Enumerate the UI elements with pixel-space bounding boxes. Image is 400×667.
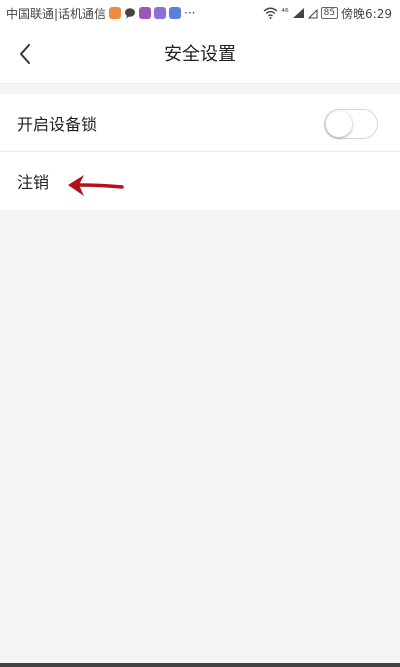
sim-signal-icon xyxy=(307,7,318,19)
logout-row[interactable]: 注销 xyxy=(0,152,400,210)
battery-icon: 85 xyxy=(320,7,339,19)
status-right: ⁴⁶ 85 傍晚6:29 xyxy=(263,5,392,22)
status-left: 中国联通|话机通信 ··· xyxy=(6,5,196,22)
app-notification-icon-2 xyxy=(154,7,167,19)
toggle-knob xyxy=(326,111,352,137)
app-notification-icon-3 xyxy=(169,7,182,19)
nav-bar: 安全设置 xyxy=(0,26,400,84)
carrier-text: 中国联通|话机通信 xyxy=(6,6,107,21)
page-title: 安全设置 xyxy=(164,44,236,65)
device-lock-row: 开启设备锁 xyxy=(0,94,400,152)
settings-list: 开启设备锁 注销 xyxy=(0,94,400,210)
status-bar: 中国联通|话机通信 ··· ⁴⁶ 85 傍晚6:29 xyxy=(0,0,400,26)
wifi-icon xyxy=(263,7,278,19)
bottom-edge xyxy=(0,663,400,667)
chat-notification-icon xyxy=(124,7,136,19)
network-type-text: ⁴⁶ xyxy=(281,8,289,18)
weibo-notification-icon xyxy=(109,7,122,19)
logout-label: 注销 xyxy=(17,173,50,192)
signal-icon xyxy=(292,7,305,19)
arrow-annotation-icon xyxy=(64,170,126,206)
clock-text: 傍晚6:29 xyxy=(341,6,392,21)
battery-level-text: 85 xyxy=(323,8,336,18)
device-lock-toggle[interactable] xyxy=(324,109,378,139)
more-notifications-icon: ··· xyxy=(184,6,196,20)
device-lock-label: 开启设备锁 xyxy=(17,114,98,134)
app-notification-icon xyxy=(139,7,152,19)
